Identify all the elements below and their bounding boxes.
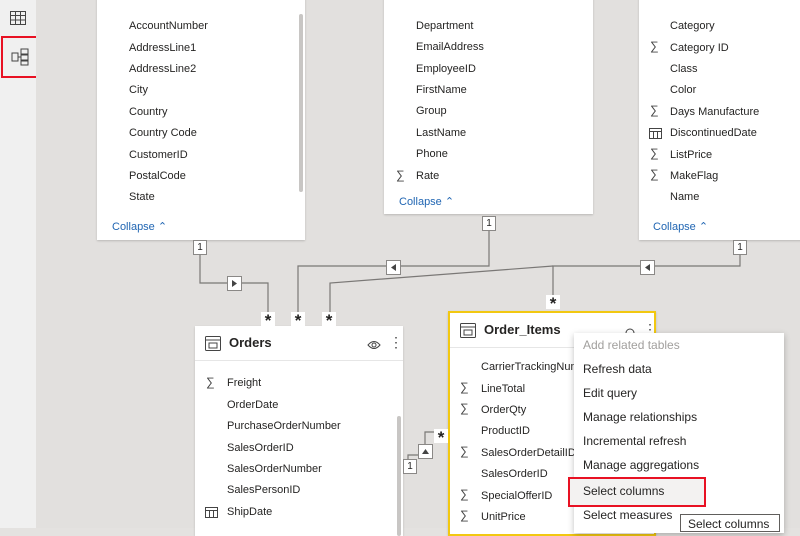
cardinality-one-badge[interactable]: 1	[403, 459, 417, 474]
field-item[interactable]: Days Manufacture	[670, 106, 759, 118]
table-title: Orders	[229, 335, 272, 350]
field-item[interactable]: SalesOrderNumber	[227, 463, 322, 475]
field-item[interactable]: Department	[416, 20, 473, 32]
field-item[interactable]: Color	[670, 84, 696, 96]
cardinality-many-badge[interactable]: *	[261, 312, 275, 330]
table-icon	[205, 336, 221, 356]
collapse-label: Collapse	[653, 221, 696, 233]
filter-direction-left-icon[interactable]	[640, 260, 655, 275]
table-card-product[interactable]: Category ∑ Category ID Class Color ∑ Day…	[639, 0, 800, 240]
field-item[interactable]: SalesOrderID	[481, 468, 548, 480]
table-header: Orders ⋮	[195, 326, 403, 361]
collapse-label: Collapse	[112, 221, 155, 233]
collapse-link[interactable]: Collapse ⌃	[653, 220, 708, 233]
filter-direction-right-icon[interactable]	[227, 276, 242, 291]
table-title: Order_Items	[484, 322, 561, 337]
field-item[interactable]: Country	[129, 106, 168, 118]
field-item[interactable]: SalesOrderDetailID	[481, 447, 576, 459]
collapse-link[interactable]: Collapse ⌃	[399, 195, 454, 208]
table-card-customer[interactable]: AccountNumber AddressLine1 AddressLine2 …	[97, 0, 305, 240]
field-item[interactable]: SpecialOfferID	[481, 490, 552, 502]
sum-icon: ∑	[460, 401, 469, 415]
cardinality-many-badge[interactable]: *	[322, 312, 336, 330]
field-item[interactable]: Group	[416, 105, 447, 117]
menu-item-refresh-data[interactable]: Refresh data	[583, 362, 652, 376]
cardinality-many-badge[interactable]: *	[434, 429, 448, 447]
cardinality-one-badge[interactable]: 1	[193, 240, 207, 255]
field-item[interactable]: City	[129, 84, 148, 96]
cardinality-one-badge[interactable]: 1	[482, 216, 496, 231]
sum-icon: ∑	[650, 39, 659, 53]
cardinality-many-badge[interactable]: *	[546, 295, 560, 313]
field-item[interactable]: OrderDate	[227, 399, 278, 411]
calendar-icon	[205, 505, 218, 523]
field-item[interactable]: SalesOrderID	[227, 442, 294, 454]
cardinality-one-badge[interactable]: 1	[733, 240, 747, 255]
eye-icon[interactable]	[367, 337, 381, 355]
field-item[interactable]: PostalCode	[129, 170, 186, 182]
field-item[interactable]: Category	[670, 20, 715, 32]
field-item[interactable]: State	[129, 191, 155, 203]
sum-icon: ∑	[460, 444, 469, 458]
field-item[interactable]: EmployeeID	[416, 63, 476, 75]
scrollbar[interactable]	[397, 416, 401, 536]
sum-icon: ∑	[650, 146, 659, 160]
more-options-icon[interactable]: ⋮	[389, 334, 403, 351]
field-item[interactable]: EmailAddress	[416, 41, 484, 53]
sum-icon: ∑	[460, 508, 469, 522]
cardinality-many-badge[interactable]: *	[291, 312, 305, 330]
chevron-up-icon: ⌃	[444, 196, 455, 208]
field-item[interactable]: AddressLine2	[129, 63, 196, 75]
sum-icon: ∑	[206, 375, 215, 389]
chevron-up-icon: ⌃	[157, 221, 168, 233]
menu-item-edit-query[interactable]: Edit query	[583, 386, 637, 400]
field-item[interactable]: LastName	[416, 127, 466, 139]
menu-item-add-related-tables: Add related tables	[583, 338, 680, 352]
filter-direction-up-icon[interactable]	[418, 444, 433, 459]
field-item[interactable]: AccountNumber	[129, 20, 208, 32]
field-item[interactable]: MakeFlag	[670, 170, 718, 182]
field-item[interactable]: Category ID	[670, 42, 729, 54]
table-card-orders[interactable]: Orders ⋮ ∑ Freight OrderDate PurchaseOrd…	[195, 326, 403, 536]
collapse-link[interactable]: Collapse ⌃	[112, 220, 167, 233]
menu-item-manage-relationships[interactable]: Manage relationships	[583, 410, 697, 424]
field-item[interactable]: Country Code	[129, 127, 197, 139]
field-item[interactable]: FirstName	[416, 84, 467, 96]
scrollbar[interactable]	[299, 14, 303, 192]
field-item[interactable]: OrderQty	[481, 404, 526, 416]
field-item[interactable]: ShipDate	[227, 506, 272, 518]
chevron-up-icon: ⌃	[698, 221, 709, 233]
sum-icon: ∑	[650, 167, 659, 181]
menu-item-incremental-refresh[interactable]: Incremental refresh	[583, 434, 686, 448]
sum-icon: ∑	[460, 487, 469, 501]
field-item[interactable]: Freight	[227, 377, 261, 389]
sum-icon: ∑	[650, 103, 659, 117]
table-icon	[460, 323, 476, 343]
menu-item-manage-aggregations[interactable]: Manage aggregations	[583, 458, 699, 472]
field-item[interactable]: UnitPrice	[481, 511, 526, 523]
calendar-icon	[649, 126, 662, 144]
collapse-label: Collapse	[399, 196, 442, 208]
field-item[interactable]: ListPrice	[670, 149, 712, 161]
context-menu: Add related tables Refresh data Edit que…	[568, 333, 784, 533]
field-item[interactable]: CustomerID	[129, 149, 188, 161]
field-item[interactable]: Name	[670, 191, 699, 203]
field-item[interactable]: CarrierTrackingNum	[481, 361, 580, 373]
field-item[interactable]: SalesPersonID	[227, 484, 300, 496]
tooltip: Select columns	[680, 514, 780, 532]
field-item[interactable]: Phone	[416, 148, 448, 160]
field-item[interactable]: Class	[670, 63, 698, 75]
field-item[interactable]: DiscontinuedDate	[670, 127, 757, 139]
field-item[interactable]: LineTotal	[481, 383, 525, 395]
field-item[interactable]: ProductID	[481, 425, 530, 437]
field-item[interactable]: Rate	[416, 170, 439, 182]
field-item[interactable]: AddressLine1	[129, 42, 196, 54]
sum-icon: ∑	[460, 380, 469, 394]
filter-direction-left-icon[interactable]	[386, 260, 401, 275]
sum-icon: ∑	[396, 168, 405, 182]
menu-item-select-measures[interactable]: Select measures	[583, 508, 672, 522]
field-item[interactable]: PurchaseOrderNumber	[227, 420, 341, 432]
menu-item-select-columns[interactable]: Select columns	[583, 484, 664, 498]
table-card-employee[interactable]: Department EmailAddress EmployeeID First…	[384, 0, 593, 214]
